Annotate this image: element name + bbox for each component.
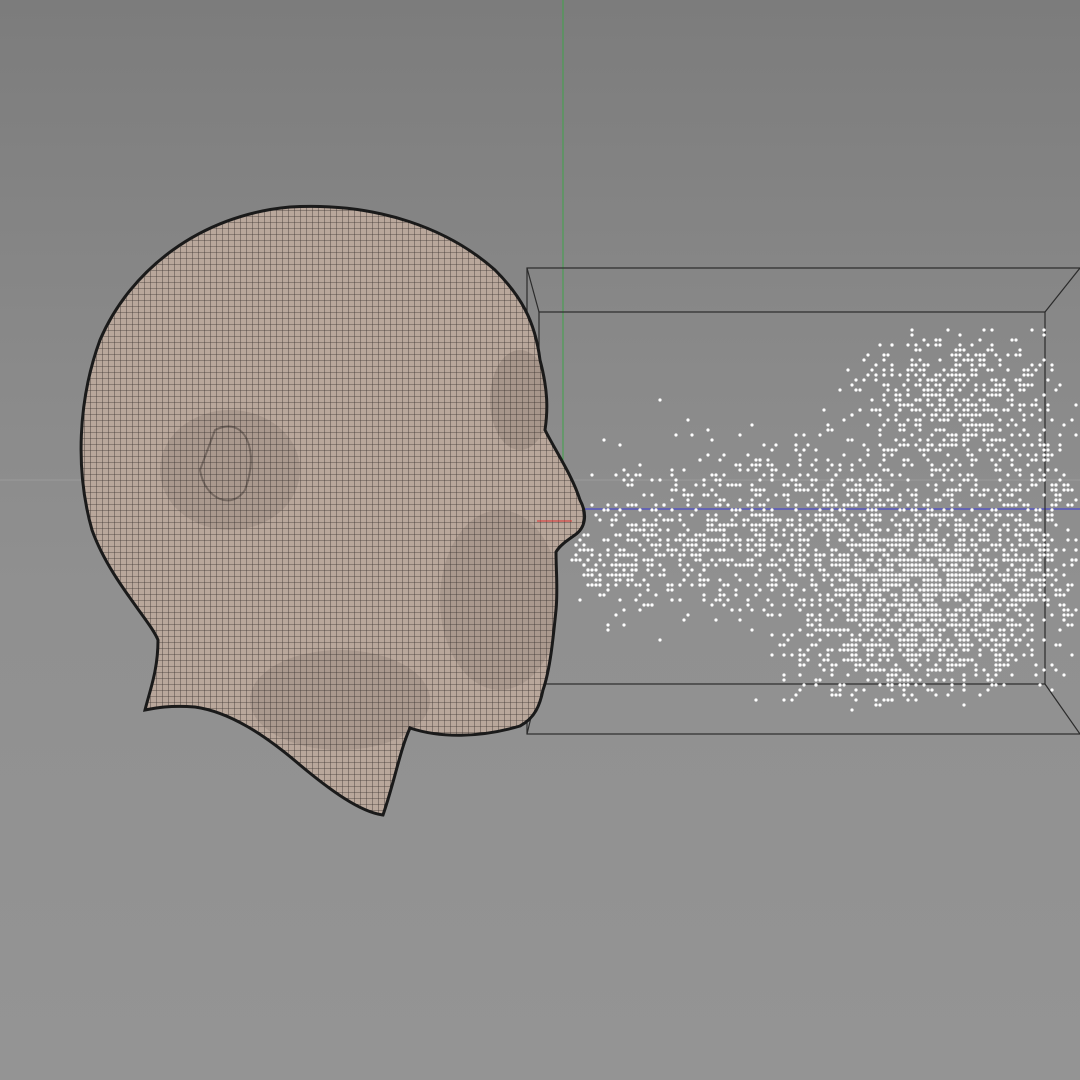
head-mesh[interactable] — [79, 204, 587, 817]
viewport-canvas[interactable] — [0, 0, 1080, 1080]
particle-cloud[interactable] — [570, 328, 1078, 712]
3d-viewport[interactable] — [0, 0, 1080, 1080]
